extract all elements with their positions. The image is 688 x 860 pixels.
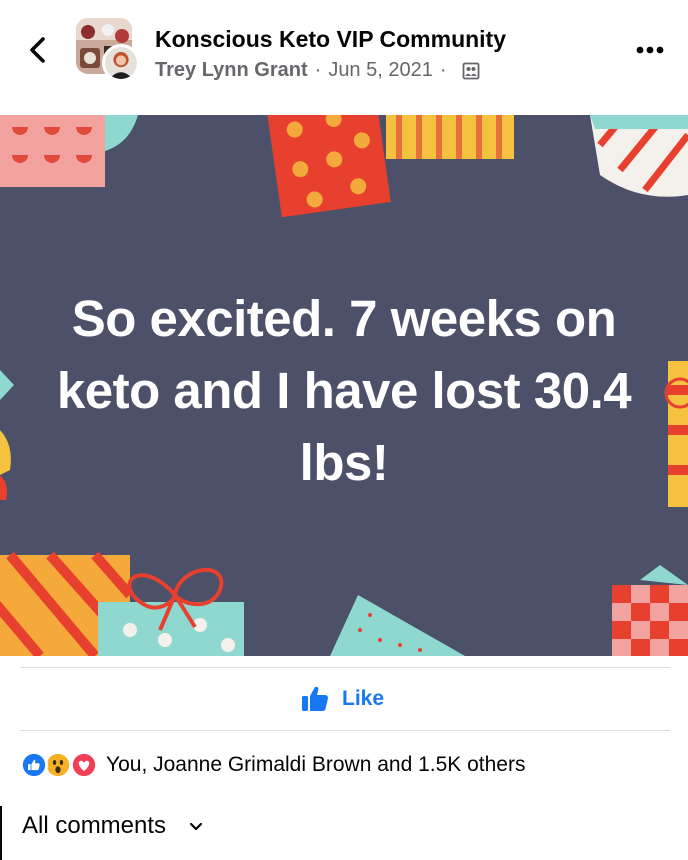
- meta-separator: ·: [439, 59, 447, 81]
- post-caption-line: lbs!: [299, 434, 389, 491]
- left-edge-border: [0, 806, 2, 860]
- love-reaction-icon: [70, 751, 98, 779]
- chevron-down-icon: [189, 822, 203, 831]
- author-name[interactable]: Trey Lynn Grant: [155, 59, 308, 82]
- more-options-icon[interactable]: [633, 38, 667, 62]
- author-avatar[interactable]: [102, 44, 140, 82]
- post-date[interactable]: Jun 5, 2021: [328, 59, 433, 82]
- group-name[interactable]: Konscious Keto VIP Community: [155, 26, 506, 53]
- comments-filter-dropdown[interactable]: All comments: [22, 808, 204, 844]
- avatar-group[interactable]: [76, 18, 140, 82]
- divider: [20, 730, 670, 731]
- group-members-icon: [462, 62, 479, 79]
- post-meta: Trey Lynn Grant · Jun 5, 2021 ·: [155, 59, 480, 82]
- comments-filter-label: All comments: [22, 812, 167, 839]
- post-image[interactable]: So excited. 7 weeks on keto and I have l…: [0, 115, 688, 656]
- like-button[interactable]: Like: [300, 681, 384, 717]
- like-reaction-icon: [20, 751, 48, 779]
- wow-reaction-icon: [44, 751, 72, 779]
- meta-separator: ·: [314, 59, 322, 81]
- post-caption-line: keto and I have lost 30.4: [56, 362, 632, 419]
- divider: [20, 667, 670, 668]
- back-arrow-icon[interactable]: [22, 34, 54, 66]
- post-header: Konscious Keto VIP Community Trey Lynn G…: [0, 0, 688, 115]
- post-caption: So excited. 7 weeks on keto and I have l…: [0, 283, 688, 499]
- like-label: Like: [342, 687, 385, 710]
- reactions-text: You, Joanne Grimaldi Brown and 1.5K othe…: [106, 753, 526, 776]
- thumbs-up-icon: [302, 686, 328, 711]
- reaction-icons: [20, 750, 100, 780]
- post-caption-line: So excited. 7 weeks on: [71, 290, 617, 347]
- reactions-summary[interactable]: You, Joanne Grimaldi Brown and 1.5K othe…: [20, 749, 525, 781]
